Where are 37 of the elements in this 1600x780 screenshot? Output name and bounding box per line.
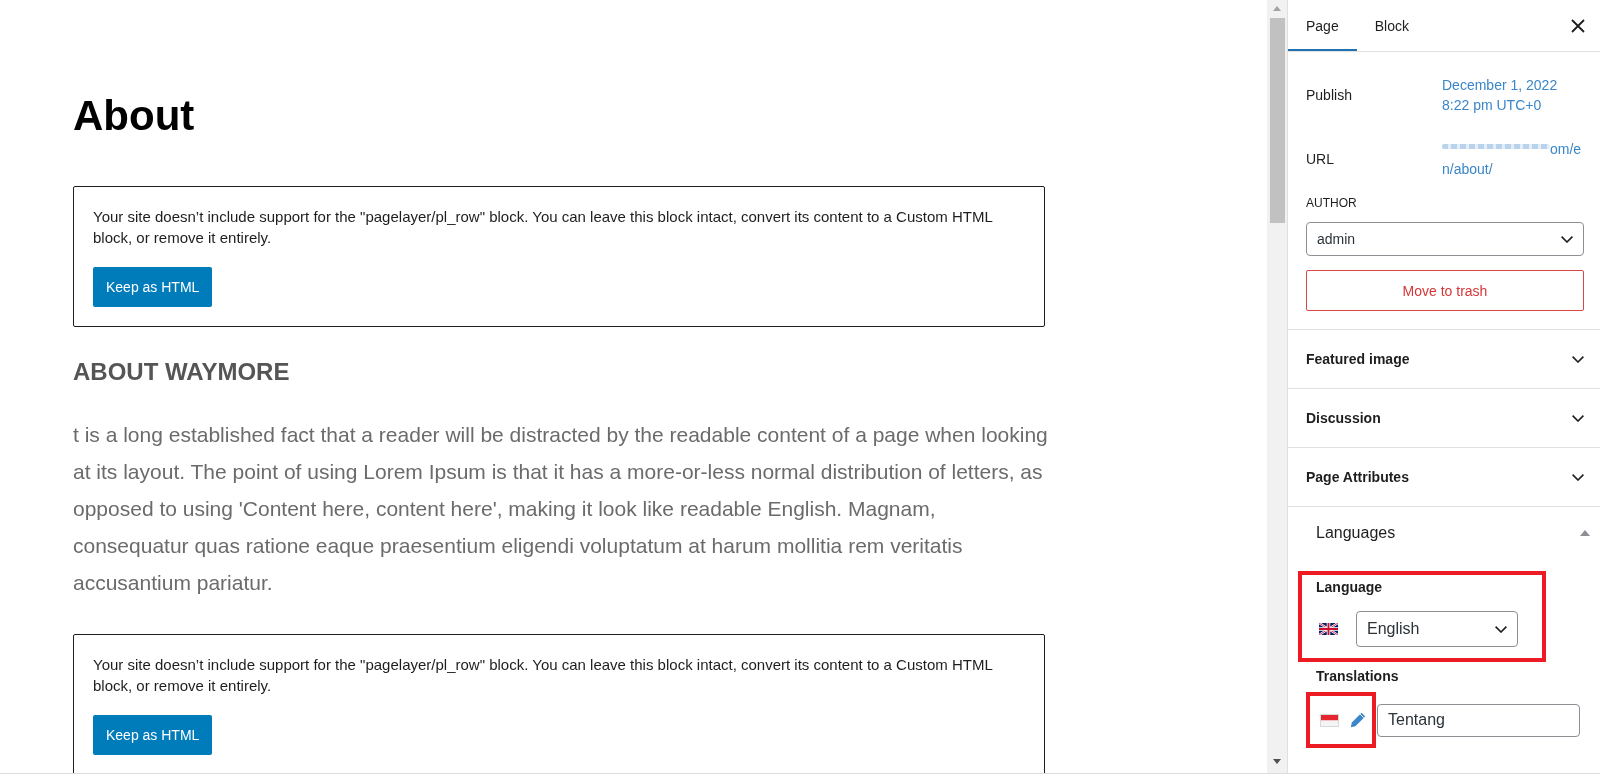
panel-toggle[interactable]: Languages bbox=[1288, 507, 1600, 544]
chevron-down-icon bbox=[1572, 473, 1584, 481]
author-select[interactable]: admin bbox=[1306, 222, 1584, 256]
setting-value-link[interactable]: om/en/about/ bbox=[1442, 139, 1584, 179]
chevron-down-icon bbox=[1561, 235, 1573, 243]
chevron-down-icon bbox=[1495, 625, 1507, 633]
keep-as-html-button[interactable]: Keep as HTML bbox=[93, 715, 213, 755]
setting-label: URL bbox=[1306, 150, 1335, 169]
panel-toggle[interactable]: Page Attributes bbox=[1288, 448, 1600, 506]
translation-field[interactable]: Tentang bbox=[1377, 703, 1580, 737]
field-label: Translations bbox=[1316, 667, 1400, 685]
panel-toggle[interactable]: Featured image bbox=[1288, 330, 1600, 388]
sidebar-tab[interactable]: Page bbox=[1288, 0, 1357, 51]
section-heading: ABOUT WAYMORE bbox=[73, 357, 291, 387]
warning-message: Your site doesn’t include support for the "pagelayer/pl_row" block. You can leave this block intact, convert its content to a Custom HTML block, or remove it entirely. bbox=[93, 655, 994, 696]
triangle-up-icon bbox=[1580, 530, 1590, 536]
setting-value-link[interactable]: December 1, 2022 8:22 pm UTC+0 bbox=[1442, 75, 1584, 115]
pencil-icon[interactable] bbox=[1350, 712, 1366, 728]
move-to-trash-button[interactable]: Move to trash bbox=[1306, 270, 1584, 311]
scroll-up-icon[interactable] bbox=[1273, 6, 1281, 11]
scrollbar-thumb[interactable] bbox=[1269, 18, 1285, 223]
keep-as-html-button[interactable]: Keep as HTML bbox=[93, 267, 213, 307]
paragraph-text: t is a long established fact that a reader will be distracted by the readable content of a page when looking at its layout. The point of using Lorem Ipsum is that it has a more-or-less normal distribution of letters, as opposed to using 'Content here, content here', making it look like readable English. Magnam, consequatur quas ratione eaque praesentium eligendi voluptatum at harum mollitia rem veritatis accusantium pariatur. bbox=[73, 422, 1049, 596]
close-icon bbox=[1571, 18, 1585, 33]
field-label: AUTHOR bbox=[1306, 195, 1358, 211]
language-select[interactable]: English bbox=[1356, 611, 1518, 647]
chevron-down-icon bbox=[1572, 355, 1584, 363]
field-label: Language bbox=[1316, 578, 1384, 596]
warning-message: Your site doesn’t include support for the "pagelayer/pl_row" block. You can leave this block intact, convert its content to a Custom HTML block, or remove it entirely. bbox=[93, 207, 994, 248]
chevron-down-icon bbox=[1572, 414, 1584, 422]
uk-flag-icon bbox=[1319, 623, 1338, 635]
setting-label: Publish bbox=[1306, 86, 1353, 105]
sidebar-tab[interactable]: Block bbox=[1356, 0, 1427, 51]
panel-toggle[interactable]: Discussion bbox=[1288, 389, 1600, 447]
scroll-down-icon[interactable] bbox=[1273, 759, 1281, 764]
page-title: About bbox=[73, 91, 196, 141]
indonesia-flag-icon bbox=[1320, 713, 1339, 727]
